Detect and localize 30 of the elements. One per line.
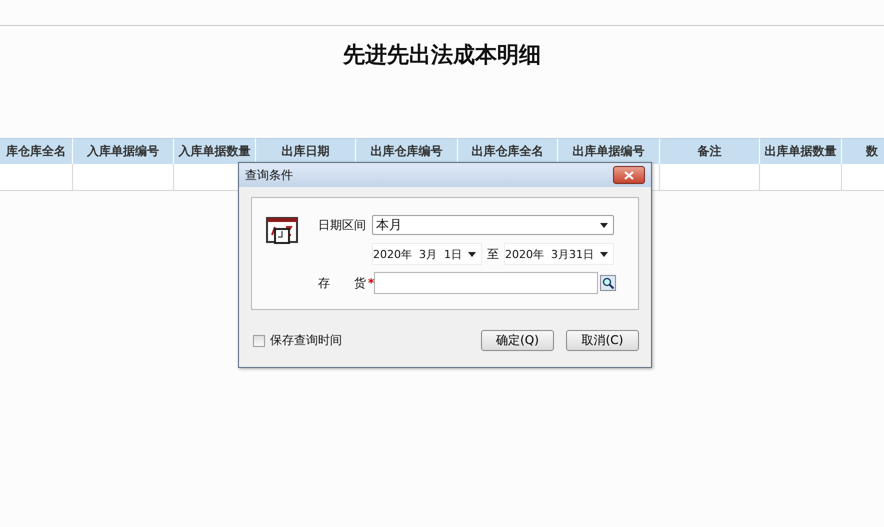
search-icon[interactable] — [600, 274, 616, 292]
required-mark: * — [368, 276, 374, 290]
range-separator: 至 — [486, 246, 500, 262]
column-header[interactable]: 入库单据编号 — [73, 138, 174, 164]
field-label: 存 货 — [318, 274, 367, 292]
ok-button[interactable]: 确定(Q) — [481, 330, 554, 351]
column-header[interactable]: 出库仓库全名 — [458, 138, 558, 164]
dropdown-arrow-icon — [468, 252, 476, 256]
cancel-button[interactable]: 取消(C) — [566, 330, 639, 351]
dialog-title: 查询条件 — [245, 166, 293, 184]
dropdown-arrow-icon — [600, 252, 608, 256]
close-icon — [624, 170, 634, 180]
checkbox[interactable] — [253, 334, 265, 346]
column-header[interactable]: 备注 — [660, 138, 760, 164]
column-header[interactable]: 出库日期 — [256, 138, 356, 164]
field-label: 日期区间 — [318, 216, 367, 234]
start-date-picker[interactable]: 2020年 3月 1日 — [372, 243, 482, 265]
close-button[interactable] — [613, 166, 645, 184]
dropdown-arrow-icon — [600, 222, 608, 228]
report-title: 先进先出法成本明细 — [342, 41, 542, 70]
column-header[interactable]: 数 — [842, 138, 884, 164]
column-header[interactable]: 库仓库全名 — [0, 138, 73, 164]
date-range-dropdown[interactable]: 本月 — [372, 215, 614, 235]
column-header[interactable]: 入库单据数量 — [174, 138, 256, 164]
column-header[interactable]: 出库仓库编号 — [356, 138, 458, 164]
checkbox-label: 保存查询时间 — [270, 332, 342, 349]
inventory-field[interactable] — [374, 272, 598, 294]
column-header[interactable]: 出库单据数量 — [760, 138, 842, 164]
end-date-picker[interactable]: 2020年 3月31日 — [504, 243, 614, 265]
column-header[interactable]: 出库单据编号 — [558, 138, 660, 164]
